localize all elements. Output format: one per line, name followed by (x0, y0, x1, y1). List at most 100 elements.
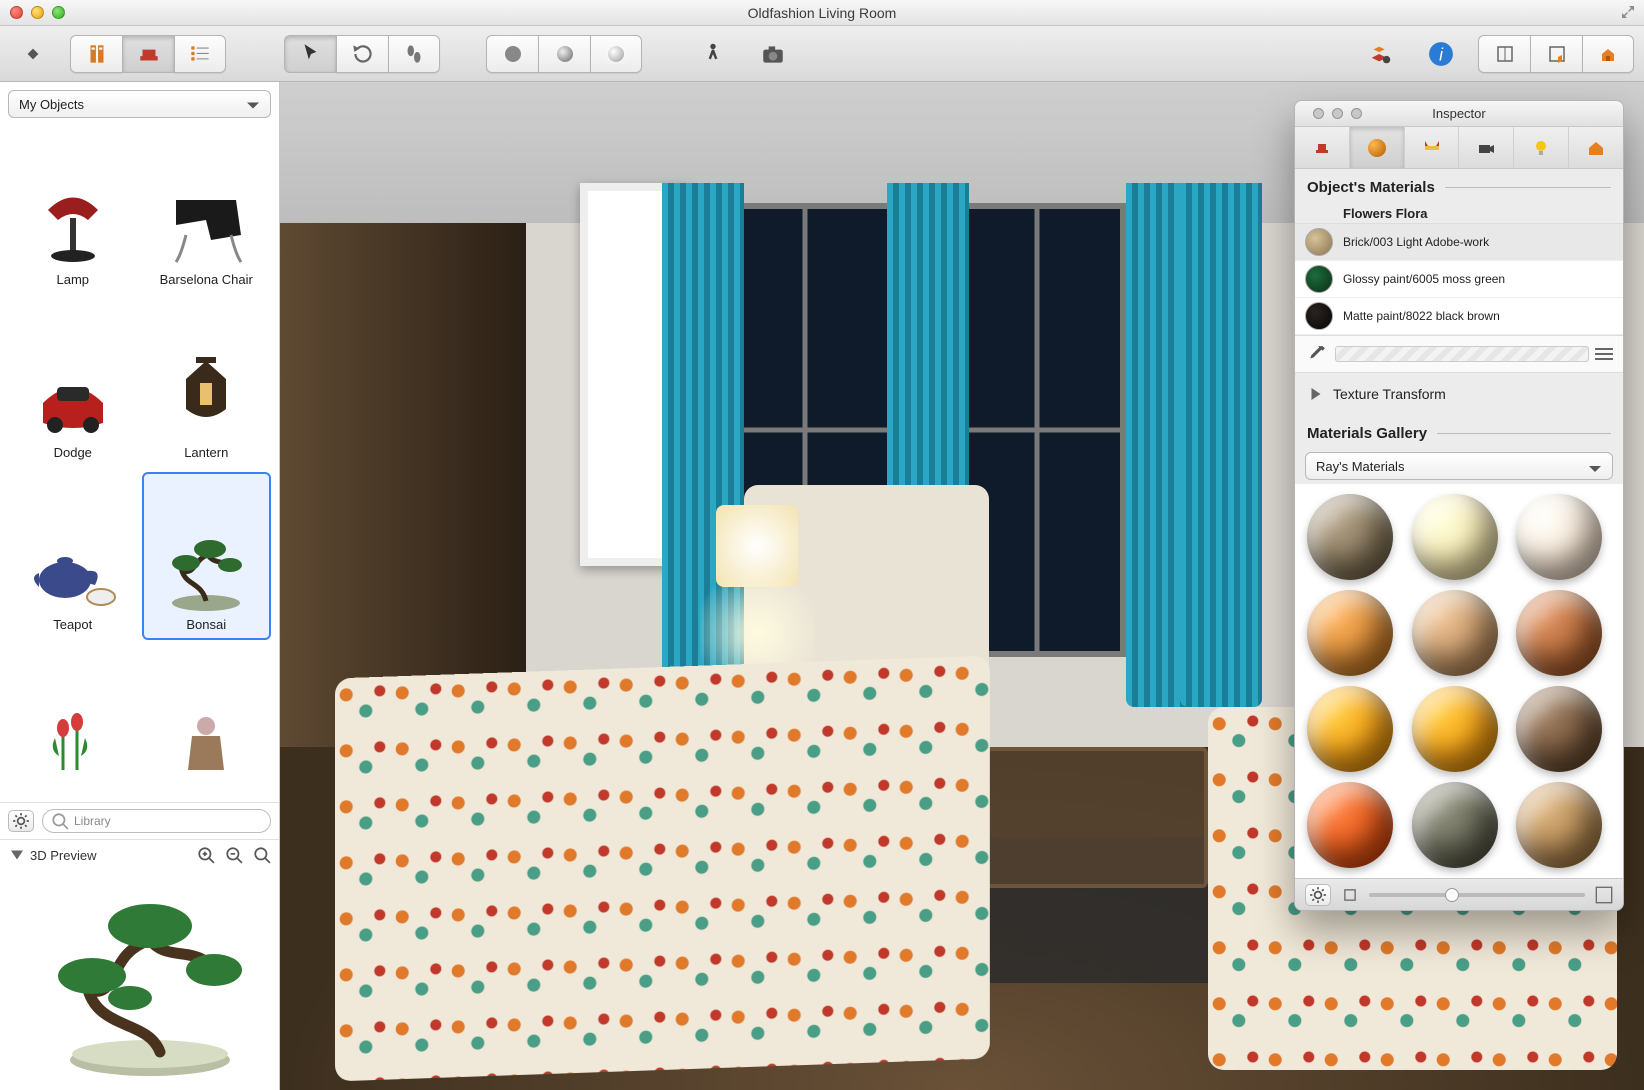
material-row[interactable]: Matte paint/8022 black brown (1295, 298, 1623, 335)
gallery-material-sphere[interactable] (1307, 494, 1393, 580)
inspector-min-button[interactable] (1332, 108, 1343, 119)
person-icon (156, 698, 256, 786)
inspector-title-label: Inspector (1432, 106, 1485, 121)
gallery-material-sphere[interactable] (1412, 782, 1498, 868)
info-button[interactable]: i (1418, 35, 1464, 73)
inspector-panel: Inspector Object's Materials Flowers Flo… (1294, 100, 1624, 911)
texture-transform-disclosure[interactable]: Texture Transform (1295, 373, 1623, 415)
select-tool-button[interactable] (284, 35, 336, 73)
fullscreen-icon[interactable] (1620, 4, 1636, 20)
layout-3d-button[interactable] (1530, 35, 1582, 73)
section-label: Materials Gallery (1307, 425, 1427, 442)
view-list-button[interactable] (174, 35, 226, 73)
object-label: Bonsai (186, 617, 226, 632)
section-object-materials: Object's Materials (1295, 169, 1623, 202)
object-cell-person[interactable] (142, 644, 272, 794)
render-high-button[interactable] (590, 35, 642, 73)
gallery-material-sphere[interactable] (1307, 590, 1393, 676)
inspector-zoom-button[interactable] (1351, 108, 1362, 119)
lantern-icon (156, 353, 256, 441)
object-cell-dodge[interactable]: Dodge (8, 299, 138, 468)
list-menu-button[interactable] (1595, 348, 1613, 360)
import-model-button[interactable] (1358, 35, 1404, 73)
material-swatch (1305, 265, 1333, 293)
layout-2d-button[interactable] (1478, 35, 1530, 73)
gallery-material-sphere[interactable] (1516, 686, 1602, 772)
snapshot-button[interactable] (750, 35, 796, 73)
zoom-window-button[interactable] (52, 6, 65, 19)
object-cell-barselona-chair[interactable]: Barselona Chair (142, 126, 272, 295)
gallery-material-sphere[interactable] (1412, 686, 1498, 772)
minimize-window-button[interactable] (31, 6, 44, 19)
tab-lighting[interactable] (1514, 127, 1569, 168)
gallery-material-sphere[interactable] (1516, 494, 1602, 580)
gallery-category-dropdown[interactable]: Ray's Materials (1305, 452, 1613, 480)
preview-3d-view[interactable] (0, 870, 279, 1090)
material-row[interactable]: Glossy paint/6005 moss green (1295, 261, 1623, 298)
gallery-settings-button[interactable] (1305, 884, 1331, 906)
object-cell-teapot[interactable]: Teapot (8, 472, 138, 641)
object-cell-tulips[interactable] (8, 644, 138, 794)
view-building-button[interactable] (70, 35, 122, 73)
gallery-material-sphere[interactable] (1516, 782, 1602, 868)
object-cell-lantern[interactable]: Lantern (142, 299, 272, 468)
thumbnail-size-slider[interactable] (1369, 893, 1585, 897)
gallery-material-sphere[interactable] (1516, 590, 1602, 676)
tab-object[interactable] (1295, 127, 1350, 168)
bonsai-icon (156, 525, 256, 613)
render-low-button[interactable] (486, 35, 538, 73)
tulips-icon (23, 698, 123, 786)
layout-house-button[interactable] (1582, 35, 1634, 73)
chevron-down-icon (1586, 460, 1604, 478)
search-icon (51, 812, 69, 830)
walkthrough-button[interactable] (690, 35, 736, 73)
material-list: Brick/003 Light Adobe-work Glossy paint/… (1295, 223, 1623, 336)
thumb-large-icon[interactable] (1595, 886, 1613, 904)
section-label: Object's Materials (1307, 179, 1435, 196)
disclosure-triangle-icon[interactable] (8, 846, 26, 864)
rotate-tool-button[interactable] (336, 35, 388, 73)
view-mode-group (70, 35, 226, 73)
zoom-fit-icon[interactable] (253, 846, 271, 864)
close-window-button[interactable] (10, 6, 23, 19)
selected-object-name: Flowers Flora (1295, 202, 1623, 223)
object-grid: Lamp Barselona Chair Dodge Lantern (0, 126, 279, 802)
material-label: Matte paint/8022 black brown (1343, 309, 1500, 324)
gallery-material-sphere[interactable] (1412, 494, 1498, 580)
zoom-out-icon[interactable] (225, 846, 243, 864)
material-label: Glossy paint/6005 moss green (1343, 272, 1505, 287)
library-category-dropdown[interactable]: My Objects (8, 90, 271, 118)
material-row[interactable]: Brick/003 Light Adobe-work (1295, 224, 1623, 261)
walk-tool-button[interactable] (388, 35, 440, 73)
object-label: Dodge (54, 445, 92, 460)
eyedropper-icon (1308, 345, 1326, 363)
material-dropzone[interactable] (1335, 346, 1589, 362)
inspector-close-button[interactable] (1313, 108, 1324, 119)
library-search-input[interactable]: Library (42, 809, 271, 833)
inspector-titlebar[interactable]: Inspector (1295, 101, 1623, 127)
view-furniture-button[interactable] (122, 35, 174, 73)
chair-icon (156, 180, 256, 268)
nav-back-forward-button[interactable] (10, 35, 56, 73)
thumb-small-icon[interactable] (1341, 886, 1359, 904)
object-label: Lantern (184, 445, 228, 460)
object-cell-bonsai[interactable]: Bonsai (142, 472, 272, 641)
library-panel: My Objects Lamp Barselona Chair D (0, 82, 280, 1090)
tab-camera[interactable] (1459, 127, 1514, 168)
zoom-in-icon[interactable] (197, 846, 215, 864)
inspector-footer (1295, 878, 1623, 910)
gallery-material-sphere[interactable] (1307, 686, 1393, 772)
inspector-traffic-lights (1313, 108, 1362, 119)
gallery-material-sphere[interactable] (1307, 782, 1393, 868)
tab-house[interactable] (1569, 127, 1623, 168)
material-swatch (1305, 228, 1333, 256)
layout-view-group (1478, 35, 1634, 73)
tab-materials[interactable] (1350, 127, 1405, 168)
main-toolbar: i (0, 26, 1644, 82)
object-cell-lamp[interactable]: Lamp (8, 126, 138, 295)
eyedropper-button[interactable] (1305, 342, 1329, 366)
tab-measure[interactable] (1405, 127, 1460, 168)
render-med-button[interactable] (538, 35, 590, 73)
library-settings-button[interactable] (8, 810, 34, 832)
gallery-material-sphere[interactable] (1412, 590, 1498, 676)
